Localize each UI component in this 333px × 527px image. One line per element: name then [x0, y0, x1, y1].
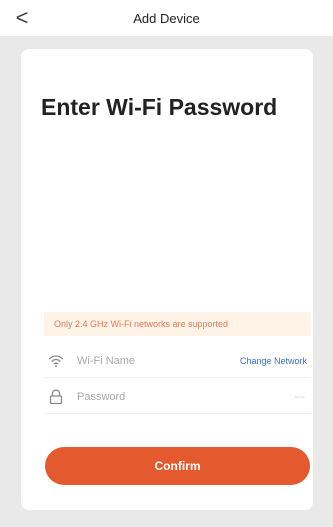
wifi-name-input[interactable]: [75, 353, 240, 368]
password-visibility-toggle[interactable]: ~~: [294, 392, 305, 402]
change-network-link[interactable]: Change Network: [240, 356, 307, 366]
password-input[interactable]: [75, 389, 295, 404]
heading: Enter Wi-Fi Password: [41, 94, 278, 120]
lock-icon: [49, 388, 63, 404]
wifi-name-row: Change Network: [44, 344, 311, 378]
notice-text: Only 2.4 GHz Wi-Fi networks are supporte…: [54, 319, 229, 329]
confirm-button[interactable]: Confirm: [45, 447, 310, 485]
password-row: ~~: [44, 380, 311, 414]
page-title: Add Device: [133, 11, 200, 26]
wifi-icon: [48, 354, 64, 367]
top-bar: < Add Device: [0, 0, 333, 36]
wifi-band-notice: Only 2.4 GHz Wi-Fi networks are supporte…: [44, 312, 311, 336]
